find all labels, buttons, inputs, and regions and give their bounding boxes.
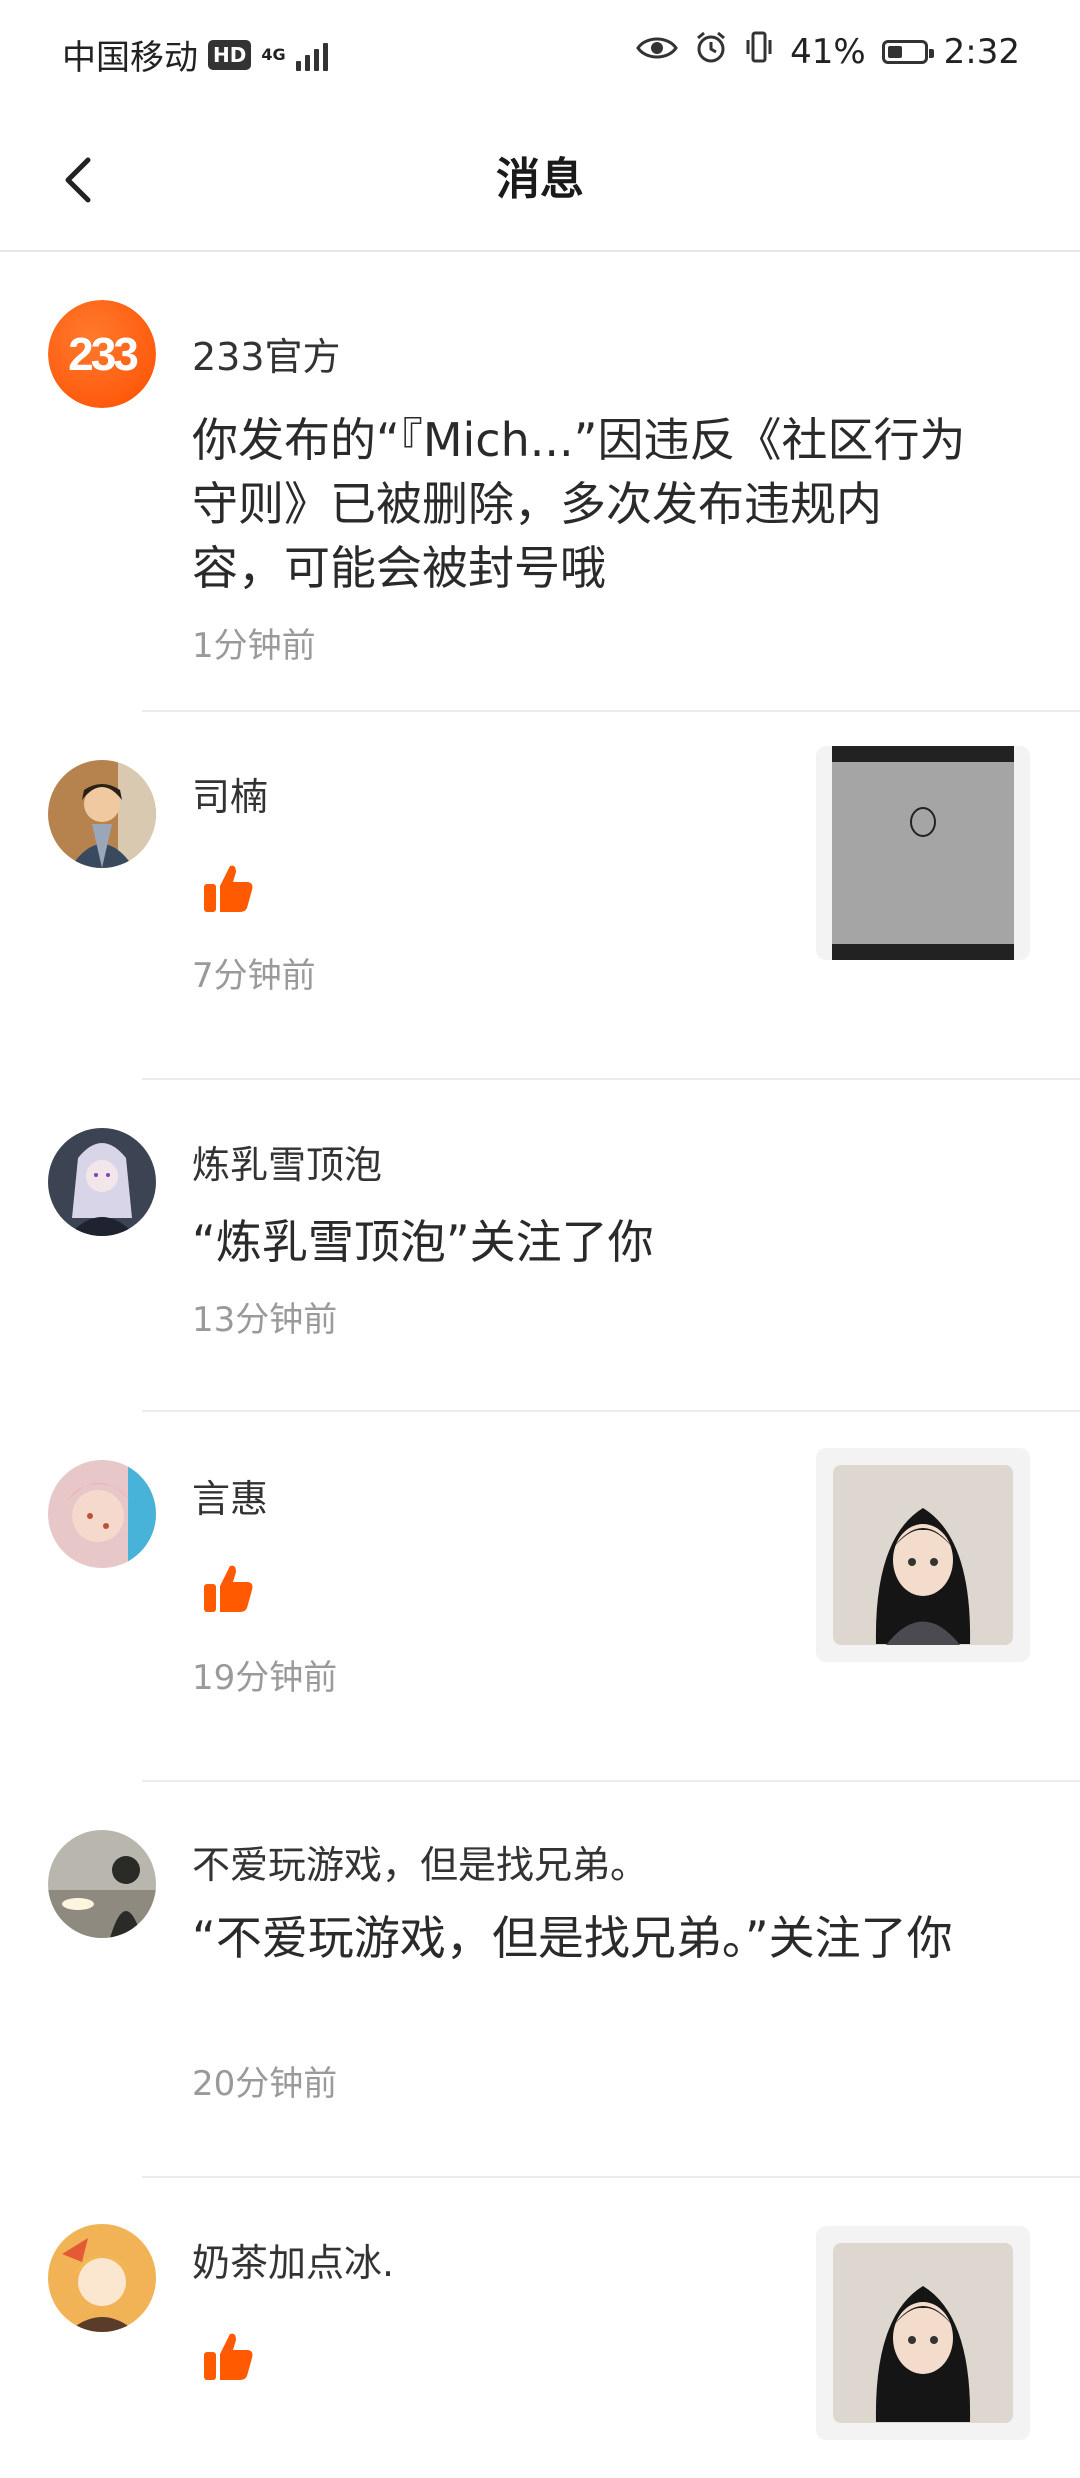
list-item[interactable]: 奶茶加点冰. [0,2178,1080,2478]
sender-name[interactable]: 奶茶加点冰. [192,2238,394,2288]
timestamp: 20分钟前 [192,2064,338,2104]
eye-icon [636,32,678,72]
battery-icon [881,39,934,64]
thumbs-up-icon [200,1560,256,1616]
page-title: 消息 [496,154,584,205]
signal-icon [295,39,328,71]
clock: 2:32 [943,31,1020,72]
post-thumbnail[interactable] [816,746,1030,960]
network-type: 4G [261,44,286,64]
thumbs-up-icon [200,2328,256,2384]
avatar[interactable]: 233 [48,300,156,408]
status-left: 中国移动 HD 4G [62,30,328,79]
hd-badge: HD [208,39,252,70]
list-item[interactable]: 司楠 7分钟前 [0,712,1080,1080]
list-item[interactable]: 233 233官方 你发布的“『Mich...”因违反《社区行为守则》已被删除，… [0,252,1080,712]
sender-name[interactable]: 不爱玩游戏，但是找兄弟。 [192,1840,648,1890]
post-thumbnail[interactable] [816,2226,1030,2440]
carrier-label: 中国移动 [62,38,198,78]
avatar[interactable] [48,1830,156,1938]
message-list: 233 233官方 你发布的“『Mich...”因违反《社区行为守则》已被删除，… [0,252,1080,2478]
post-thumbnail[interactable] [816,1448,1030,1662]
thumbs-up-icon [200,860,256,916]
avatar[interactable] [48,2224,156,2332]
sender-name[interactable]: 言惠 [192,1474,268,1524]
list-item[interactable]: 言惠 19分钟前 [0,1412,1080,1782]
avatar[interactable] [48,1460,156,1568]
vibrate-icon [744,30,774,73]
sender-name[interactable]: 司楠 [192,772,268,822]
sender-name[interactable]: 炼乳雪顶泡 [192,1140,382,1190]
list-item[interactable]: 炼乳雪顶泡 “炼乳雪顶泡”关注了你 13分钟前 [0,1080,1080,1412]
timestamp: 7分钟前 [192,956,316,996]
status-bar: 中国移动 HD 4G 41% 2:32 [0,0,1080,110]
avatar[interactable] [48,1128,156,1236]
alarm-icon [694,30,728,73]
message-text: “炼乳雪顶泡”关注了你 [192,1215,654,1269]
timestamp: 19分钟前 [192,1658,338,1698]
battery-percent: 41% [790,31,866,72]
status-right: 41% 2:32 [636,30,1020,73]
sender-name[interactable]: 233官方 [192,332,341,382]
list-item[interactable]: 不爱玩游戏，但是找兄弟。 “不爱玩游戏，但是找兄弟。”关注了你 20分钟前 [0,1782,1080,2178]
message-text: “不爱玩游戏，但是找兄弟。”关注了你 [192,1911,953,1965]
avatar[interactable] [48,760,156,868]
timestamp: 13分钟前 [192,1300,338,1340]
timestamp: 1分钟前 [192,626,316,666]
message-text: 你发布的“『Mich...”因违反《社区行为守则》已被删除，多次发布违规内容，可… [192,413,966,595]
logo-233: 233 [48,300,156,408]
header: 消息 [0,110,1080,252]
